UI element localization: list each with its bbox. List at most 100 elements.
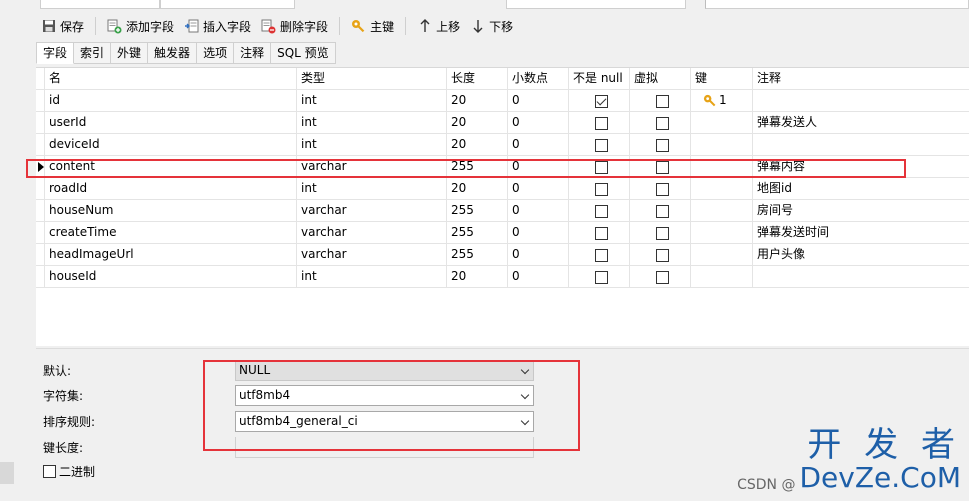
table-row[interactable]: houseId int 20 0 — [36, 266, 969, 288]
not-null-checkbox[interactable] — [595, 227, 608, 240]
not-null-checkbox[interactable] — [595, 117, 608, 130]
not-null-checkbox[interactable] — [595, 139, 608, 152]
table-row[interactable]: id int 20 0 1 — [36, 90, 969, 112]
field-comment-cell[interactable] — [753, 134, 969, 155]
field-type-cell[interactable]: int — [297, 90, 447, 111]
field-length-cell[interactable]: 255 — [447, 244, 508, 265]
key-cell[interactable] — [691, 178, 753, 199]
primary-key-button[interactable]: 主键 — [346, 14, 399, 38]
field-comment-cell[interactable]: 弹幕内容 — [753, 156, 969, 177]
save-button[interactable]: 保存 — [36, 14, 89, 38]
field-length-cell[interactable]: 20 — [447, 134, 508, 155]
field-comment-cell[interactable]: 弹幕发送时间 — [753, 222, 969, 243]
default-select[interactable]: NULL — [235, 360, 534, 381]
not-null-checkbox[interactable] — [595, 95, 608, 108]
move-down-button[interactable]: 下移 — [465, 14, 518, 38]
not-null-checkbox[interactable] — [595, 271, 608, 284]
header-decimals[interactable]: 小数点 — [508, 68, 569, 89]
tab-fields[interactable]: 字段 — [36, 42, 75, 64]
field-decimals-cell[interactable]: 0 — [508, 112, 569, 133]
table-row[interactable]: roadId int 20 0 地图id — [36, 178, 969, 200]
virtual-checkbox[interactable] — [656, 117, 669, 130]
field-comment-cell[interactable]: 用户头像 — [753, 244, 969, 265]
key-cell[interactable] — [691, 244, 753, 265]
window-tab[interactable] — [506, 0, 686, 9]
virtual-checkbox[interactable] — [656, 271, 669, 284]
field-decimals-cell[interactable]: 0 — [508, 266, 569, 287]
field-type-cell[interactable]: int — [297, 266, 447, 287]
header-not-null[interactable]: 不是 null — [569, 68, 630, 89]
tab-indexes[interactable]: 索引 — [74, 42, 112, 64]
tab-options[interactable]: 选项 — [197, 42, 235, 64]
field-name-cell[interactable]: houseId — [45, 266, 297, 287]
header-length[interactable]: 长度 — [447, 68, 508, 89]
table-row[interactable]: deviceId int 20 0 — [36, 134, 969, 156]
tab-triggers[interactable]: 触发器 — [148, 42, 198, 64]
window-tab[interactable] — [160, 0, 295, 9]
field-length-cell[interactable]: 20 — [447, 90, 508, 111]
tab-sql-preview[interactable]: SQL 预览 — [271, 42, 336, 64]
not-null-checkbox[interactable] — [595, 183, 608, 196]
binary-checkbox[interactable] — [43, 464, 56, 478]
key-length-input[interactable] — [235, 437, 534, 458]
virtual-checkbox[interactable] — [656, 205, 669, 218]
table-row-selected[interactable]: content varchar 255 0 弹幕内容 — [36, 156, 969, 178]
header-comment[interactable]: 注释 — [753, 68, 969, 89]
field-name-cell[interactable]: createTime — [45, 222, 297, 243]
field-length-cell[interactable]: 20 — [447, 178, 508, 199]
not-null-checkbox[interactable] — [595, 205, 608, 218]
key-cell[interactable] — [691, 266, 753, 287]
virtual-checkbox[interactable] — [656, 249, 669, 262]
header-key[interactable]: 键 — [691, 68, 753, 89]
add-field-button[interactable]: 添加字段 — [102, 14, 179, 38]
table-row[interactable]: createTime varchar 255 0 弹幕发送时间 — [36, 222, 969, 244]
field-type-cell[interactable]: varchar — [297, 156, 447, 177]
field-decimals-cell[interactable]: 0 — [508, 200, 569, 221]
virtual-checkbox[interactable] — [656, 161, 669, 174]
field-decimals-cell[interactable]: 0 — [508, 244, 569, 265]
insert-field-button[interactable]: 插入字段 — [179, 14, 256, 38]
charset-select[interactable]: utf8mb4 — [235, 385, 534, 406]
tab-foreign-keys[interactable]: 外键 — [111, 42, 149, 64]
key-cell[interactable] — [691, 112, 753, 133]
tab-comment[interactable]: 注释 — [234, 42, 272, 64]
field-decimals-cell[interactable]: 0 — [508, 134, 569, 155]
virtual-checkbox[interactable] — [656, 139, 669, 152]
key-cell[interactable] — [691, 134, 753, 155]
field-comment-cell[interactable]: 弹幕发送人 — [753, 112, 969, 133]
field-length-cell[interactable]: 20 — [447, 112, 508, 133]
header-name[interactable]: 名 — [45, 68, 297, 89]
field-decimals-cell[interactable]: 0 — [508, 156, 569, 177]
field-type-cell[interactable]: int — [297, 178, 447, 199]
field-name-cell[interactable]: houseNum — [45, 200, 297, 221]
virtual-checkbox[interactable] — [656, 227, 669, 240]
header-virtual[interactable]: 虚拟 — [630, 68, 691, 89]
field-comment-cell[interactable]: 地图id — [753, 178, 969, 199]
field-comment-cell[interactable] — [753, 90, 969, 111]
table-row[interactable]: headImageUrl varchar 255 0 用户头像 — [36, 244, 969, 266]
field-type-cell[interactable]: int — [297, 134, 447, 155]
field-decimals-cell[interactable]: 0 — [508, 90, 569, 111]
binary-option[interactable]: 二进制 — [43, 463, 95, 479]
key-cell[interactable] — [691, 200, 753, 221]
field-length-cell[interactable]: 255 — [447, 222, 508, 243]
virtual-checkbox[interactable] — [656, 95, 669, 108]
delete-field-button[interactable]: 删除字段 — [256, 14, 333, 38]
key-cell[interactable] — [691, 156, 753, 177]
field-decimals-cell[interactable]: 0 — [508, 222, 569, 243]
field-name-cell[interactable]: roadId — [45, 178, 297, 199]
field-type-cell[interactable]: varchar — [297, 244, 447, 265]
header-type[interactable]: 类型 — [297, 68, 447, 89]
field-type-cell[interactable]: varchar — [297, 200, 447, 221]
key-cell[interactable]: 1 — [691, 90, 753, 111]
field-comment-cell[interactable] — [753, 266, 969, 287]
field-decimals-cell[interactable]: 0 — [508, 178, 569, 199]
field-type-cell[interactable]: int — [297, 112, 447, 133]
field-name-cell[interactable]: headImageUrl — [45, 244, 297, 265]
collation-select[interactable]: utf8mb4_general_ci — [235, 411, 534, 432]
left-scrollbar-thumb[interactable] — [0, 462, 14, 484]
virtual-checkbox[interactable] — [656, 183, 669, 196]
not-null-checkbox[interactable] — [595, 161, 608, 174]
field-length-cell[interactable]: 20 — [447, 266, 508, 287]
field-type-cell[interactable]: varchar — [297, 222, 447, 243]
